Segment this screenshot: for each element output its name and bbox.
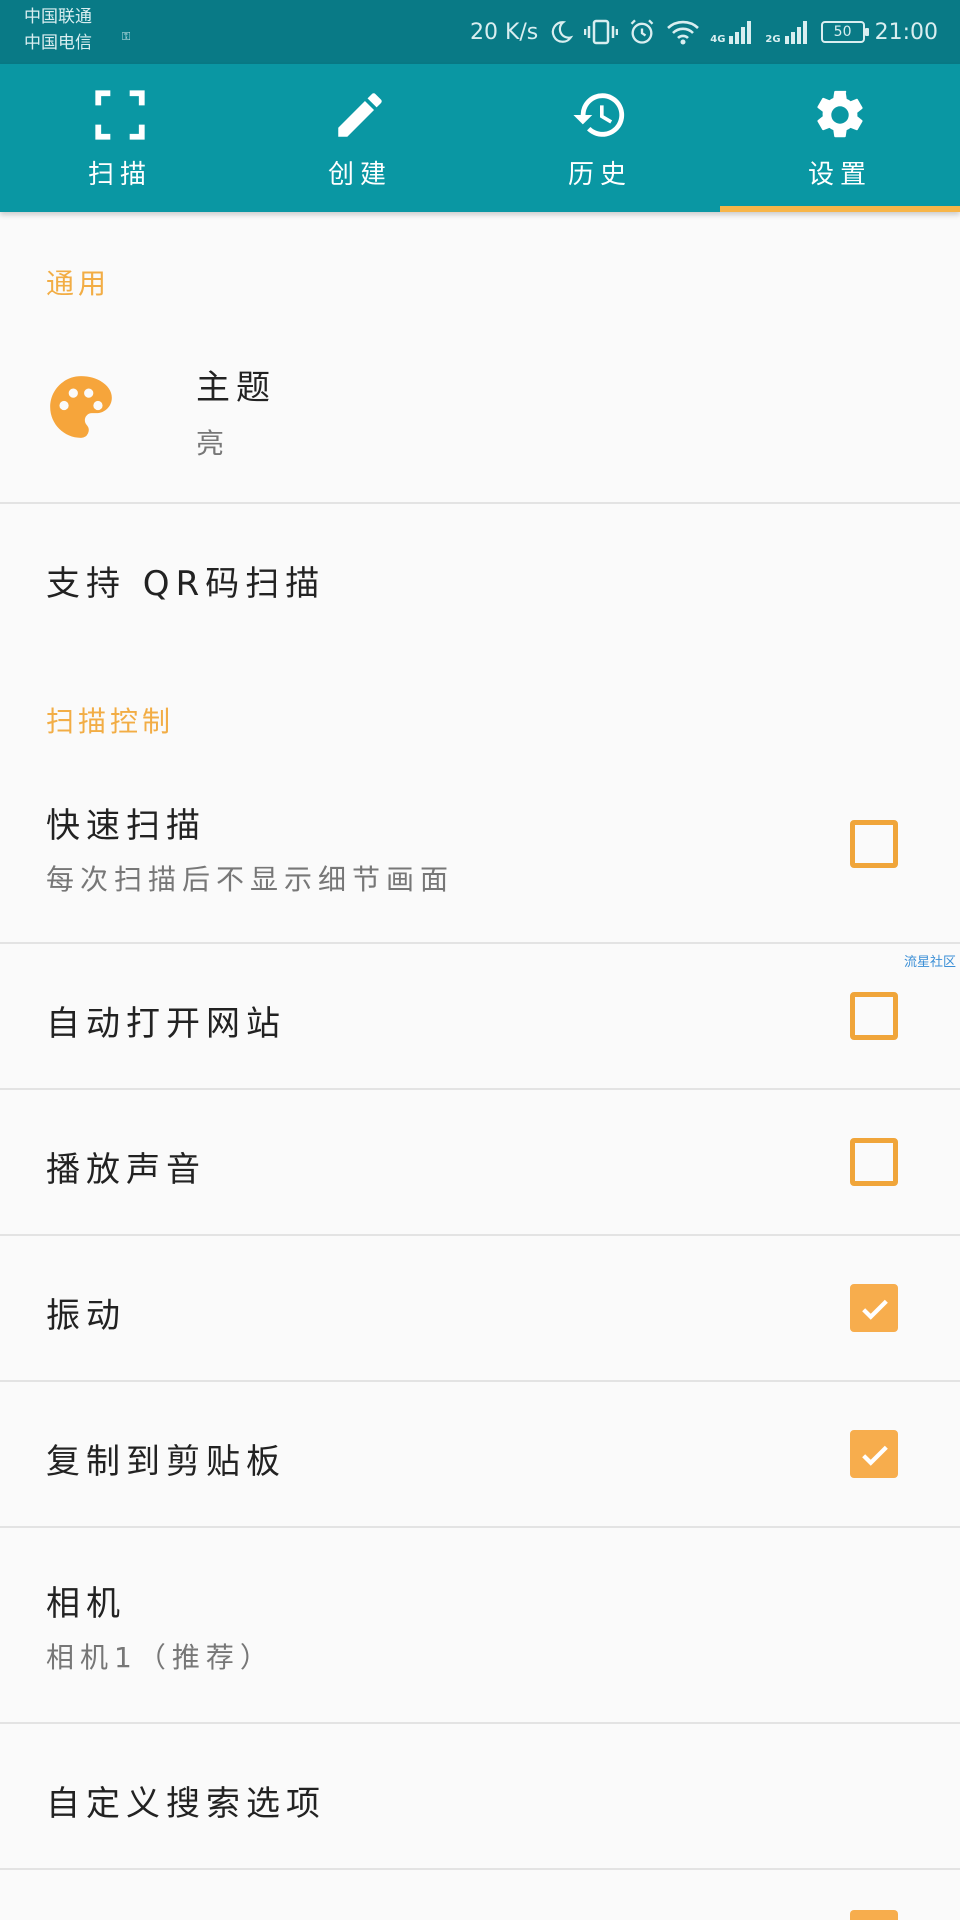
- alarm-icon: [628, 18, 656, 46]
- clock: 21:00: [874, 19, 938, 45]
- moon-icon: [548, 19, 574, 45]
- setting-title: 复制到剪贴板: [46, 1442, 286, 1482]
- setting-qr-support[interactable]: 支持 QR码扫描: [0, 504, 960, 642]
- tab-settings[interactable]: 设置: [720, 64, 960, 212]
- setting-quick-scan[interactable]: 快速扫描 每次扫描后不显示细节画面: [0, 754, 960, 944]
- setting-title: 快速扫描: [46, 806, 206, 846]
- setting-theme[interactable]: 主题 亮: [0, 316, 960, 504]
- net-4g-label: 4G: [710, 34, 726, 45]
- setting-title: 相机: [46, 1584, 126, 1624]
- hd-icon: ⚿: [122, 30, 131, 43]
- palette-icon: [50, 376, 112, 438]
- pencil-icon: [338, 93, 382, 137]
- carrier-2: 中国电信: [24, 33, 92, 53]
- status-bar: 中国联通 中国电信 ⚿ 20 K/s 4G 2G 50 21:00: [0, 0, 960, 64]
- setting-title: 支持 QR码扫描: [46, 564, 326, 604]
- setting-auto-open[interactable]: 自动打开网站: [0, 944, 960, 1090]
- tab-bar: 扫描 创建 历史 设置: [0, 64, 960, 212]
- setting-title: 自定义搜索选项: [46, 1784, 326, 1824]
- setting-custom-search[interactable]: 自定义搜索选项: [0, 1724, 960, 1870]
- history-icon: [573, 93, 625, 137]
- scan-frame-icon: [95, 90, 145, 140]
- check-icon: [862, 1445, 888, 1466]
- setting-summary: 每次扫描后不显示细节画面: [46, 863, 455, 896]
- tab-label: 设置: [807, 160, 872, 190]
- section-header-scan-control: 扫描控制: [46, 705, 175, 738]
- tab-history[interactable]: 历史: [480, 64, 720, 212]
- setting-title: 主题: [196, 368, 276, 408]
- copy-clipboard-checkbox[interactable]: [850, 1430, 898, 1478]
- section-header-general: 通用: [46, 267, 111, 300]
- setting-summary: 亮: [196, 427, 231, 460]
- vibrate-icon: [584, 18, 619, 46]
- signal-4g-icon: 4G: [710, 18, 755, 46]
- auto-open-checkbox[interactable]: [850, 992, 898, 1040]
- setting-title: 振动: [46, 1296, 126, 1336]
- setting-camera[interactable]: 相机 相机1（推荐）: [0, 1528, 960, 1724]
- gear-icon: [817, 90, 863, 138]
- play-sound-checkbox[interactable]: [850, 1138, 898, 1186]
- tab-label: 历史: [567, 160, 632, 190]
- net-2g-label: 2G: [765, 34, 781, 45]
- tab-label: 创建: [327, 160, 392, 190]
- setting-summary: 相机1（推荐）: [46, 1641, 274, 1674]
- setting-title: 播放声音: [46, 1150, 206, 1190]
- battery-icon: 50: [820, 21, 869, 43]
- setting-vibrate[interactable]: 振动: [0, 1236, 960, 1382]
- quick-scan-checkbox[interactable]: [850, 820, 898, 868]
- setting-title: 自动打开网站: [46, 1004, 286, 1044]
- tab-create[interactable]: 创建: [240, 64, 480, 212]
- tab-label: 扫描: [87, 160, 152, 190]
- next-checkbox-peek[interactable]: [850, 1910, 898, 1920]
- setting-play-sound[interactable]: 播放声音: [0, 1090, 960, 1236]
- status-icons: 20 K/s 4G 2G 50 21:00: [470, 0, 938, 64]
- setting-copy-clipboard[interactable]: 复制到剪贴板: [0, 1382, 960, 1528]
- carrier-info: 中国联通 中国电信 ⚿: [24, 4, 130, 56]
- battery-level: 50: [833, 24, 852, 40]
- vibrate-checkbox[interactable]: [850, 1284, 898, 1332]
- net-speed: 20 K/s: [469, 19, 539, 45]
- check-icon: [862, 1299, 888, 1320]
- signal-2g-icon: 2G: [765, 18, 810, 46]
- carrier-1: 中国联通: [24, 7, 92, 27]
- wifi-icon: [666, 18, 700, 46]
- tab-scan[interactable]: 扫描: [0, 64, 240, 212]
